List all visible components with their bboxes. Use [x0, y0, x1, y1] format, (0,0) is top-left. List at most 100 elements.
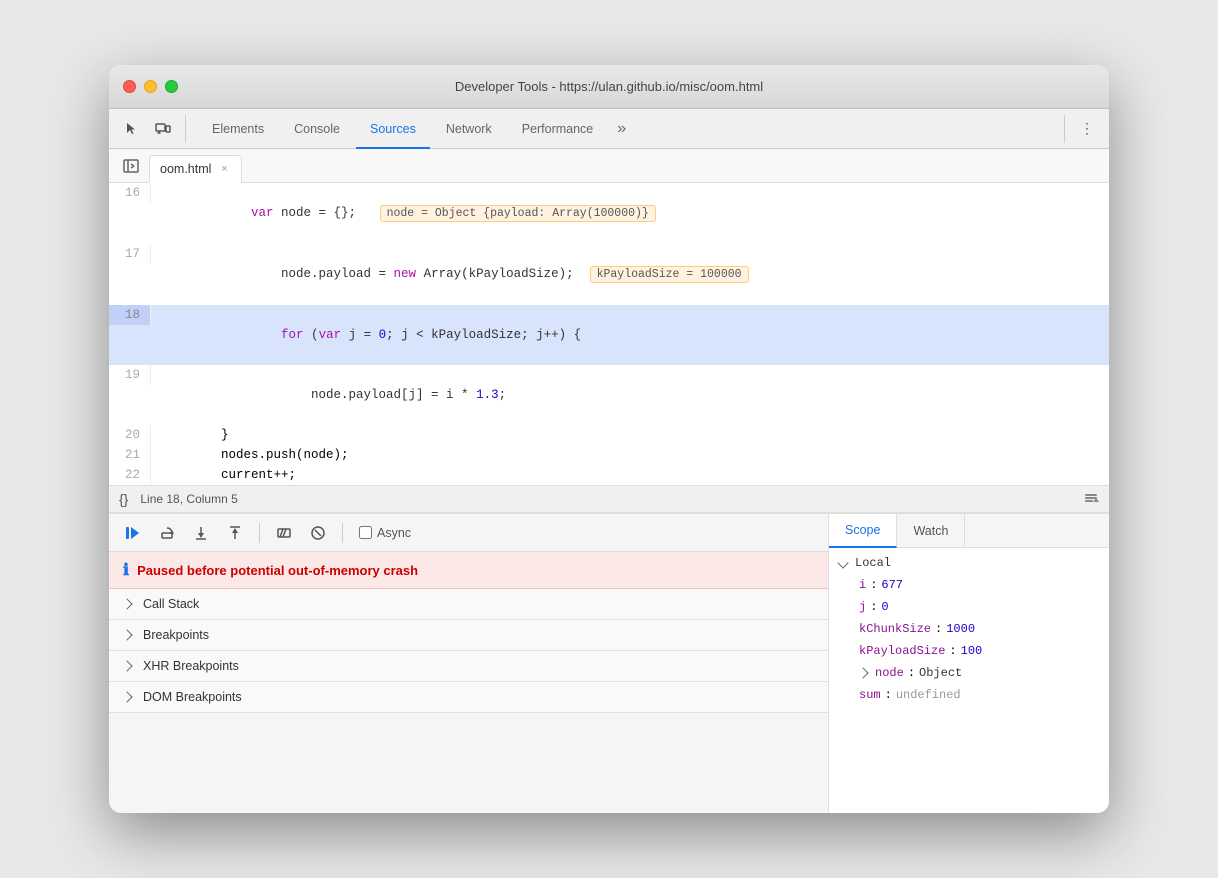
- file-tab-close[interactable]: ×: [217, 162, 231, 176]
- code-content-19: node.payload[j] = i * 1.3;: [151, 365, 1109, 425]
- code-line-16: 16 var node = {}; node = Object {payload…: [109, 183, 1109, 244]
- scope-val-j: 0: [881, 598, 888, 616]
- xhr-breakpoints-label: XHR Breakpoints: [143, 659, 239, 673]
- oom-warning-text: Paused before potential out-of-memory cr…: [137, 563, 418, 578]
- breakpoints-section[interactable]: Breakpoints: [109, 620, 828, 651]
- oom-warning: ℹ Paused before potential out-of-memory …: [109, 552, 828, 589]
- async-checkbox-input[interactable]: [359, 526, 372, 539]
- code-line-22: 22 current++;: [109, 465, 1109, 485]
- tab-network[interactable]: Network: [432, 109, 506, 149]
- scope-row-kPayloadSize: kPayloadSize : 100: [839, 640, 1099, 662]
- toolbar-icons: [117, 115, 186, 143]
- step-out-button[interactable]: [221, 519, 249, 547]
- scope-key-kPayloadSize: kPayloadSize: [859, 642, 945, 660]
- code-editor: 16 var node = {}; node = Object {payload…: [109, 183, 1109, 485]
- window-title: Developer Tools - https://ulan.github.io…: [455, 79, 763, 94]
- file-tab-oom[interactable]: oom.html ×: [149, 155, 242, 183]
- code-line-20: 20 }: [109, 425, 1109, 445]
- chevron-right-icon: [121, 691, 132, 702]
- async-label: Async: [377, 526, 411, 540]
- call-stack-label: Call Stack: [143, 597, 199, 611]
- settings-icon[interactable]: ⋮: [1073, 115, 1101, 143]
- scope-key-node: node: [875, 664, 904, 682]
- call-stack-section[interactable]: Call Stack: [109, 589, 828, 620]
- async-checkbox[interactable]: Async: [359, 526, 411, 540]
- chevron-down-icon: [837, 557, 848, 568]
- code-content-21: nodes.push(node);: [151, 445, 1109, 465]
- chevron-right-icon: [121, 629, 132, 640]
- debug-separator: [259, 523, 260, 543]
- xhr-breakpoints-section[interactable]: XHR Breakpoints: [109, 651, 828, 682]
- scope-content: Local i : 677 j : 0 kChunkSize :: [829, 548, 1109, 813]
- status-bar: {} Line 18, Column 5: [109, 485, 1109, 513]
- scope-val-kPayloadSize: 100: [961, 642, 983, 660]
- pretty-print-icon[interactable]: {}: [119, 491, 128, 507]
- step-into-button[interactable]: [187, 519, 215, 547]
- file-tab-name: oom.html: [160, 162, 211, 176]
- sidebar-toggle[interactable]: [117, 154, 145, 178]
- format-toggle[interactable]: [1083, 490, 1099, 509]
- scope-group-local: Local i : 677 j : 0 kChunkSize :: [839, 556, 1099, 706]
- titlebar: Developer Tools - https://ulan.github.io…: [109, 65, 1109, 109]
- scope-val-i: 677: [881, 576, 903, 594]
- scope-key-sum: sum: [859, 686, 881, 704]
- toolbar-end: ⋮: [1064, 115, 1101, 143]
- tab-sources[interactable]: Sources: [356, 109, 430, 149]
- line-num-20: 20: [109, 425, 151, 445]
- scope-watch-tabs: Scope Watch: [829, 514, 1109, 548]
- line-num-16: 16: [109, 183, 151, 203]
- devtools-window: Developer Tools - https://ulan.github.io…: [109, 65, 1109, 813]
- chevron-right-icon: [121, 598, 132, 609]
- dom-breakpoints-label: DOM Breakpoints: [143, 690, 242, 704]
- debugger-section: Async ℹ Paused before potential out-of-m…: [109, 513, 1109, 813]
- tab-console[interactable]: Console: [280, 109, 354, 149]
- main-tabs: Elements Console Sources Network Perform…: [198, 109, 1060, 149]
- code-content-18: for (var j = 0; j < kPayloadSize; j++) {: [151, 305, 1109, 365]
- scope-row-kChunkSize: kChunkSize : 1000: [839, 618, 1099, 640]
- traffic-lights: [123, 80, 178, 93]
- scope-key-i: i: [859, 576, 866, 594]
- scope-row-j: j : 0: [839, 596, 1099, 618]
- line-num-17: 17: [109, 244, 151, 264]
- more-tabs-button[interactable]: »: [609, 120, 634, 138]
- pause-exceptions-button[interactable]: [304, 519, 332, 547]
- tab-watch[interactable]: Watch: [897, 514, 965, 548]
- code-content-20: }: [151, 425, 1109, 445]
- line-num-19: 19: [109, 365, 151, 385]
- dom-breakpoints-section[interactable]: DOM Breakpoints: [109, 682, 828, 713]
- info-icon: ℹ: [123, 560, 129, 580]
- scope-key-kChunkSize: kChunkSize: [859, 620, 931, 638]
- tab-elements[interactable]: Elements: [198, 109, 278, 149]
- cursor-icon[interactable]: [117, 115, 145, 143]
- tab-performance[interactable]: Performance: [508, 109, 608, 149]
- right-panel: Scope Watch Local i : 677: [829, 514, 1109, 813]
- scope-key-j: j: [859, 598, 866, 616]
- scope-val-kChunkSize: 1000: [946, 620, 975, 638]
- cursor-position: Line 18, Column 5: [140, 492, 237, 506]
- file-tabbar: oom.html ×: [109, 149, 1109, 183]
- blackbox-button[interactable]: [270, 519, 298, 547]
- scope-group-name: Local: [855, 556, 891, 570]
- scope-row-i: i : 677: [839, 574, 1099, 596]
- code-line-19: 19 node.payload[j] = i * 1.3;: [109, 365, 1109, 425]
- step-over-button[interactable]: [153, 519, 181, 547]
- maximize-button[interactable]: [165, 80, 178, 93]
- resume-button[interactable]: [119, 519, 147, 547]
- scope-row-sum: sum : undefined: [839, 684, 1099, 706]
- debug-toolbar: Async: [109, 514, 828, 552]
- tab-scope[interactable]: Scope: [829, 514, 897, 548]
- device-mode-icon[interactable]: [149, 115, 177, 143]
- scope-group-header[interactable]: Local: [839, 556, 1099, 570]
- close-button[interactable]: [123, 80, 136, 93]
- scope-val-sum: undefined: [896, 686, 961, 704]
- code-line-17: 17 node.payload = new Array(kPayloadSize…: [109, 244, 1109, 305]
- line-num-22: 22: [109, 465, 151, 485]
- scope-row-node[interactable]: node : Object: [839, 662, 1099, 684]
- scope-val-node: Object: [919, 664, 962, 682]
- line-num-21: 21: [109, 445, 151, 465]
- code-content-16: var node = {}; node = Object {payload: A…: [151, 183, 1109, 244]
- code-content-17: node.payload = new Array(kPayloadSize);k…: [151, 244, 1109, 305]
- tooltip-payload: kPayloadSize = 100000: [590, 266, 749, 283]
- code-content-22: current++;: [151, 465, 1109, 485]
- minimize-button[interactable]: [144, 80, 157, 93]
